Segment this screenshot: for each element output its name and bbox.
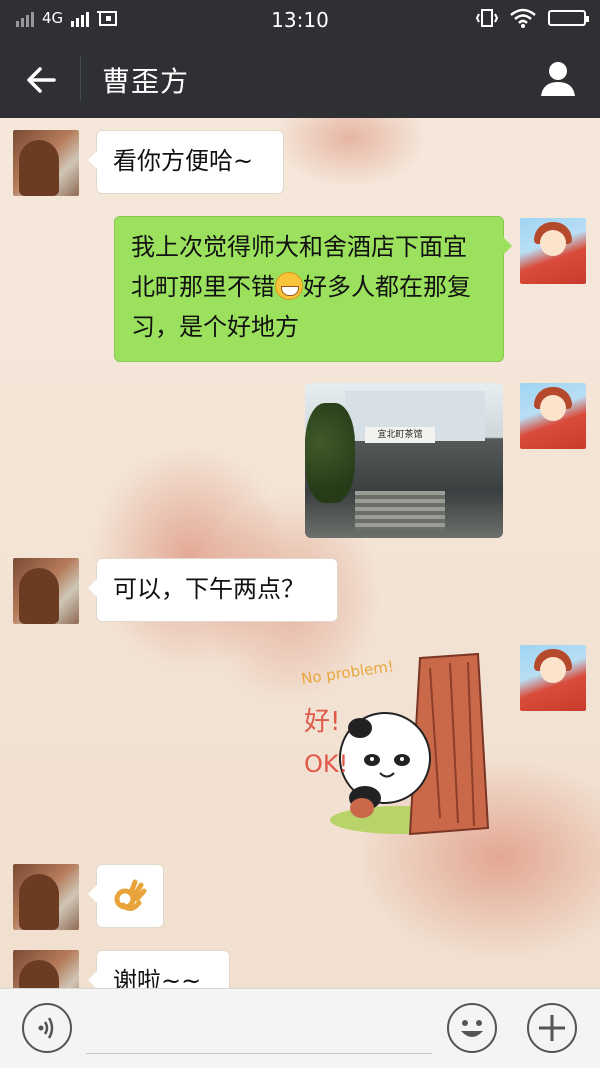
voice-button[interactable] <box>22 1003 72 1053</box>
avatar[interactable] <box>520 383 586 449</box>
sticker-text: OK! <box>304 750 348 778</box>
avatar[interactable] <box>520 218 586 284</box>
avatar[interactable] <box>13 864 79 930</box>
vibrate-icon <box>476 9 498 27</box>
smiley-icon <box>461 1020 483 1037</box>
avatar[interactable] <box>13 130 79 196</box>
photo-tree <box>305 403 355 503</box>
ok-hand-emoji-icon <box>114 879 147 911</box>
message-text: 可以，下午两点？ <box>113 575 305 603</box>
arrow-left-icon[interactable] <box>22 60 62 100</box>
message-bubble-incoming[interactable]: 谢啦~~ <box>88 950 230 988</box>
message-list[interactable]: 看你方便哈~ 我上次觉得师大和舍酒店下面宜北町那里不错 好多人都在那复习，是个好地… <box>0 118 600 988</box>
chat-header: 曹歪方 <box>0 38 600 118</box>
sticker-message[interactable]: No problem! 好! OK! <box>300 648 500 848</box>
more-button[interactable] <box>527 1003 577 1053</box>
message-text: 看你方便哈~ <box>113 147 254 175</box>
message-bubble-outgoing[interactable]: 我上次觉得师大和舍酒店下面宜北町那里不错 好多人都在那复习，是个好地方 <box>114 216 512 362</box>
photo-message[interactable]: 宜北町茶馆 <box>305 383 503 538</box>
message-input[interactable] <box>86 1053 432 1054</box>
battery-icon <box>548 10 589 26</box>
grin-emoji-icon <box>275 272 303 300</box>
photo-stairs <box>355 491 445 531</box>
avatar[interactable] <box>520 645 586 711</box>
page-title: 曹歪方 <box>102 65 190 98</box>
wifi-icon <box>510 8 536 28</box>
sticker-caption: No problem! <box>300 657 395 688</box>
person-icon[interactable] <box>538 58 578 98</box>
message-bubble-incoming[interactable]: 看你方便哈~ <box>88 130 284 194</box>
sticker-text: 好! <box>304 707 340 737</box>
emoji-button[interactable] <box>447 1003 497 1053</box>
plus-icon <box>539 1015 565 1041</box>
photo-sign: 宜北町茶馆 <box>365 427 435 443</box>
message-bubble-incoming[interactable] <box>88 864 164 928</box>
avatar[interactable] <box>13 950 79 988</box>
message-text: 谢啦~~ <box>113 967 202 988</box>
status-bar: 4G 13:10 <box>0 0 600 38</box>
avatar[interactable] <box>13 558 79 624</box>
header-divider <box>80 56 81 100</box>
voice-icon <box>38 1017 54 1039</box>
message-bubble-incoming[interactable]: 可以，下午两点？ <box>88 558 338 622</box>
input-bar <box>0 988 600 1068</box>
